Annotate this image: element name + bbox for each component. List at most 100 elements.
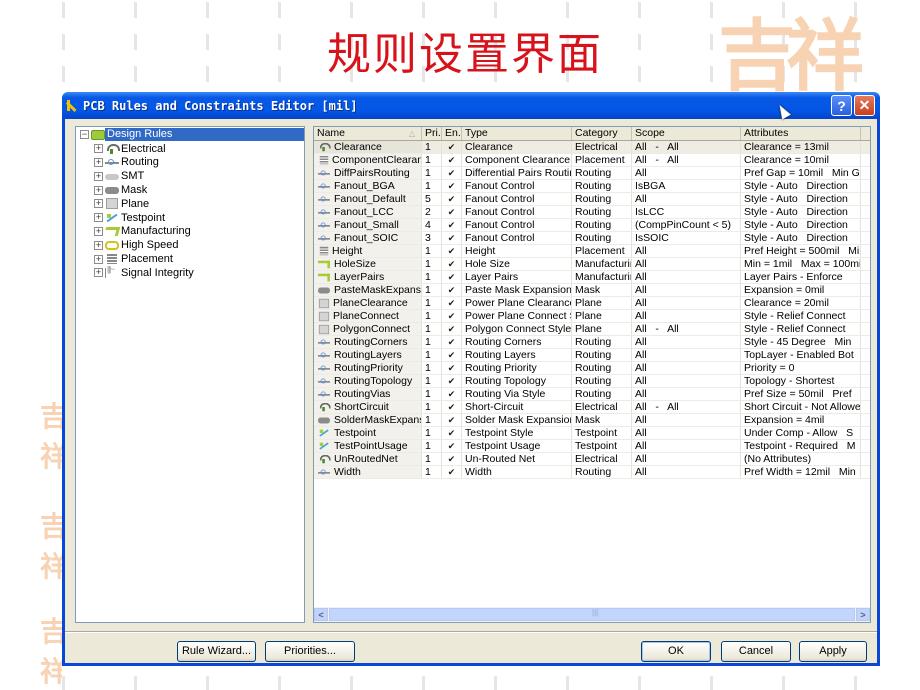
table-row[interactable]: Width 1 ✔ Width Routing All Pref Width = 12mil… xyxy=(314,466,870,479)
expand-icon[interactable]: + xyxy=(94,226,103,236)
cell-attributes[interactable]: Clearance = 20mil xyxy=(741,297,861,309)
tree-item-electrical[interactable]: + Electrical xyxy=(76,142,304,156)
cell-name[interactable]: Testpoint xyxy=(314,427,422,439)
cell-category[interactable]: Routing xyxy=(572,232,632,244)
table-row[interactable]: Clearance 1 ✔ Clearance Electrical All - All C… xyxy=(314,141,870,154)
cell-type[interactable]: Fanout Control xyxy=(462,193,572,205)
scroll-left-button[interactable]: < xyxy=(314,608,328,621)
enabled-checkbox[interactable]: ✔ xyxy=(447,181,457,191)
cell-enabled[interactable]: ✔ xyxy=(442,297,462,309)
cell-category[interactable]: Mask xyxy=(572,414,632,426)
expand-icon[interactable]: + xyxy=(94,240,103,250)
cell-priority[interactable]: 1 xyxy=(422,466,442,478)
cell-category[interactable]: Electrical xyxy=(572,141,632,153)
cell-type[interactable]: Routing Topology xyxy=(462,375,572,387)
cell-name[interactable]: RoutingVias xyxy=(314,388,422,400)
cell-category[interactable]: Routing xyxy=(572,466,632,478)
table-row[interactable]: HoleSize 1 ✔ Hole SizeManufacturingAllMin =… xyxy=(314,258,870,271)
cell-type[interactable]: Component Clearance xyxy=(462,154,572,166)
cell-type[interactable]: Paste Mask Expansion xyxy=(462,284,572,296)
cell-scope[interactable]: All xyxy=(632,453,741,465)
cell-type[interactable]: Clearance xyxy=(462,141,572,153)
cell-scope[interactable]: All xyxy=(632,414,741,426)
expand-icon[interactable]: + xyxy=(94,185,103,195)
table-row[interactable]: Height 1 ✔ Height Placement All Pref Height = … xyxy=(314,245,870,258)
cell-type[interactable]: Fanout Control xyxy=(462,232,572,244)
cell-name[interactable]: Height xyxy=(314,245,422,257)
tree-item-highspeed[interactable]: + High Speed xyxy=(76,238,304,252)
table-row[interactable]: RoutingPriority 1 ✔ Routing Priority Routing… xyxy=(314,362,870,375)
cell-scope[interactable]: All xyxy=(632,193,741,205)
cell-priority[interactable]: 1 xyxy=(422,414,442,426)
cell-attributes[interactable]: Style - Auto Direction xyxy=(741,180,861,192)
cell-name[interactable]: UnRoutedNet xyxy=(314,453,422,465)
enabled-checkbox[interactable]: ✔ xyxy=(447,233,457,243)
cell-scope[interactable]: All - All xyxy=(632,323,741,335)
scrollbar-thumb[interactable] xyxy=(329,608,855,621)
enabled-checkbox[interactable]: ✔ xyxy=(447,441,457,451)
enabled-checkbox[interactable]: ✔ xyxy=(447,168,457,178)
cell-name[interactable]: PlaneConnect xyxy=(314,310,422,322)
enabled-checkbox[interactable]: ✔ xyxy=(447,207,457,217)
enabled-checkbox[interactable]: ✔ xyxy=(447,376,457,386)
cell-scope[interactable]: All xyxy=(632,336,741,348)
cell-type[interactable]: Routing Via Style xyxy=(462,388,572,400)
cancel-button[interactable]: Cancel xyxy=(721,641,791,662)
cell-attributes[interactable]: Min = 1mil Max = 100mil xyxy=(741,258,861,270)
cell-category[interactable]: Placement xyxy=(572,245,632,257)
column-header-category[interactable]: Category xyxy=(572,127,632,140)
cell-name[interactable]: Fanout_LCC xyxy=(314,206,422,218)
cell-name[interactable]: PlaneClearance xyxy=(314,297,422,309)
cell-enabled[interactable]: ✔ xyxy=(442,427,462,439)
cell-enabled[interactable]: ✔ xyxy=(442,245,462,257)
cell-scope[interactable]: (CompPinCount < 5) xyxy=(632,219,741,231)
cell-scope[interactable]: IsBGA xyxy=(632,180,741,192)
cell-name[interactable]: RoutingCorners xyxy=(314,336,422,348)
rule-wizard-button[interactable]: Rule Wizard... xyxy=(177,641,256,662)
cell-attributes[interactable]: Style - Relief Connect xyxy=(741,310,861,322)
table-row[interactable]: Fanout_Default 5 ✔ Fanout Control Routing All… xyxy=(314,193,870,206)
cell-name[interactable]: Width xyxy=(314,466,422,478)
cell-enabled[interactable]: ✔ xyxy=(442,180,462,192)
cell-category[interactable]: Plane xyxy=(572,323,632,335)
cell-category[interactable]: Routing xyxy=(572,193,632,205)
cell-attributes[interactable]: Pref Height = 500mil Min xyxy=(741,245,861,257)
cell-category[interactable]: Testpoint xyxy=(572,440,632,452)
cell-type[interactable]: Routing Priority xyxy=(462,362,572,374)
cell-enabled[interactable]: ✔ xyxy=(442,414,462,426)
cell-priority[interactable]: 1 xyxy=(422,336,442,348)
cell-attributes[interactable]: Expansion = 4mil xyxy=(741,414,861,426)
cell-type[interactable]: Width xyxy=(462,466,572,478)
table-row[interactable]: LayerPairs 1 ✔ Layer PairsManufacturingAllL… xyxy=(314,271,870,284)
cell-scope[interactable]: All xyxy=(632,388,741,400)
cell-priority[interactable]: 1 xyxy=(422,323,442,335)
cell-priority[interactable]: 1 xyxy=(422,453,442,465)
cell-enabled[interactable]: ✔ xyxy=(442,401,462,413)
cell-type[interactable]: Fanout Control xyxy=(462,219,572,231)
cell-category[interactable]: Routing xyxy=(572,388,632,400)
cell-priority[interactable]: 1 xyxy=(422,284,442,296)
tree-item-plane[interactable]: + Plane xyxy=(76,197,304,211)
table-row[interactable]: ComponentClearance1 ✔ Component ClearanceP… xyxy=(314,154,870,167)
cell-priority[interactable]: 5 xyxy=(422,193,442,205)
cell-category[interactable]: Routing xyxy=(572,375,632,387)
cell-enabled[interactable]: ✔ xyxy=(442,271,462,283)
enabled-checkbox[interactable]: ✔ xyxy=(447,246,457,256)
table-row[interactable]: Fanout_SOIC 3 ✔ Fanout Control Routing IsSOIC… xyxy=(314,232,870,245)
column-header-attributes[interactable]: Attributes xyxy=(741,127,861,140)
cell-enabled[interactable]: ✔ xyxy=(442,388,462,400)
cell-priority[interactable]: 1 xyxy=(422,375,442,387)
expand-icon[interactable]: + xyxy=(94,171,103,181)
expand-icon[interactable]: + xyxy=(94,157,103,167)
enabled-checkbox[interactable]: ✔ xyxy=(447,350,457,360)
cell-type[interactable]: Testpoint Style xyxy=(462,427,572,439)
expand-icon[interactable]: + xyxy=(94,213,103,223)
cell-name[interactable]: DiffPairsRouting xyxy=(314,167,422,179)
table-row[interactable]: Testpoint 1 ✔ Testpoint Style Testpoint All Un… xyxy=(314,427,870,440)
cell-name[interactable]: HoleSize xyxy=(314,258,422,270)
cell-name[interactable]: SolderMaskExpansion xyxy=(314,414,422,426)
cell-attributes[interactable]: Layer Pairs - Enforce xyxy=(741,271,861,283)
column-header-priority[interactable]: Pri... xyxy=(422,127,442,140)
tree-item-smt[interactable]: + SMT xyxy=(76,169,304,183)
cell-scope[interactable]: All xyxy=(632,284,741,296)
